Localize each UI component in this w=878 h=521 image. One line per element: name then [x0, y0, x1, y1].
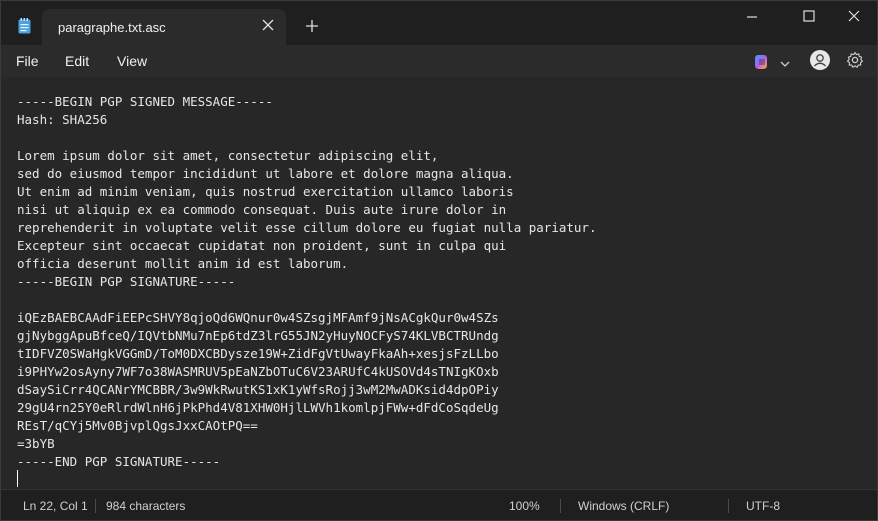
notepad-window: paragraphe.txt.asc File Edit View -----B…	[0, 0, 878, 521]
encoding[interactable]: UTF-8	[746, 499, 780, 513]
menu-file[interactable]: File	[16, 53, 39, 69]
text-editor[interactable]: -----BEGIN PGP SIGNED MESSAGE----- Hash:…	[1, 77, 877, 489]
minimize-icon[interactable]	[737, 7, 767, 27]
maximize-icon[interactable]	[794, 7, 824, 27]
status-bar: Ln 22, Col 1 984 characters 100% Windows…	[1, 489, 877, 520]
menu-bar: File Edit View	[1, 45, 877, 77]
divider	[560, 499, 561, 513]
title-bar: paragraphe.txt.asc	[1, 1, 877, 45]
editor-content[interactable]: -----BEGIN PGP SIGNED MESSAGE----- Hash:…	[17, 93, 596, 471]
text-caret	[17, 470, 18, 487]
cursor-position[interactable]: Ln 22, Col 1	[23, 499, 88, 513]
chevron-down-icon[interactable]	[779, 56, 791, 67]
divider	[95, 499, 96, 513]
close-icon[interactable]	[259, 16, 277, 34]
divider	[728, 499, 729, 513]
notepad-icon	[18, 18, 31, 34]
tab-title: paragraphe.txt.asc	[58, 20, 166, 35]
account-icon[interactable]	[810, 50, 830, 70]
tab-paragraphe[interactable]: paragraphe.txt.asc	[42, 9, 286, 45]
close-icon[interactable]	[839, 7, 869, 27]
menu-edit[interactable]: Edit	[65, 53, 89, 69]
gear-icon[interactable]	[846, 51, 864, 69]
copilot-icon[interactable]	[753, 53, 771, 71]
line-ending[interactable]: Windows (CRLF)	[578, 499, 669, 513]
menu-view[interactable]: View	[117, 53, 147, 69]
plus-icon[interactable]	[302, 16, 322, 36]
character-count: 984 characters	[106, 499, 186, 513]
zoom-level[interactable]: 100%	[509, 499, 540, 513]
